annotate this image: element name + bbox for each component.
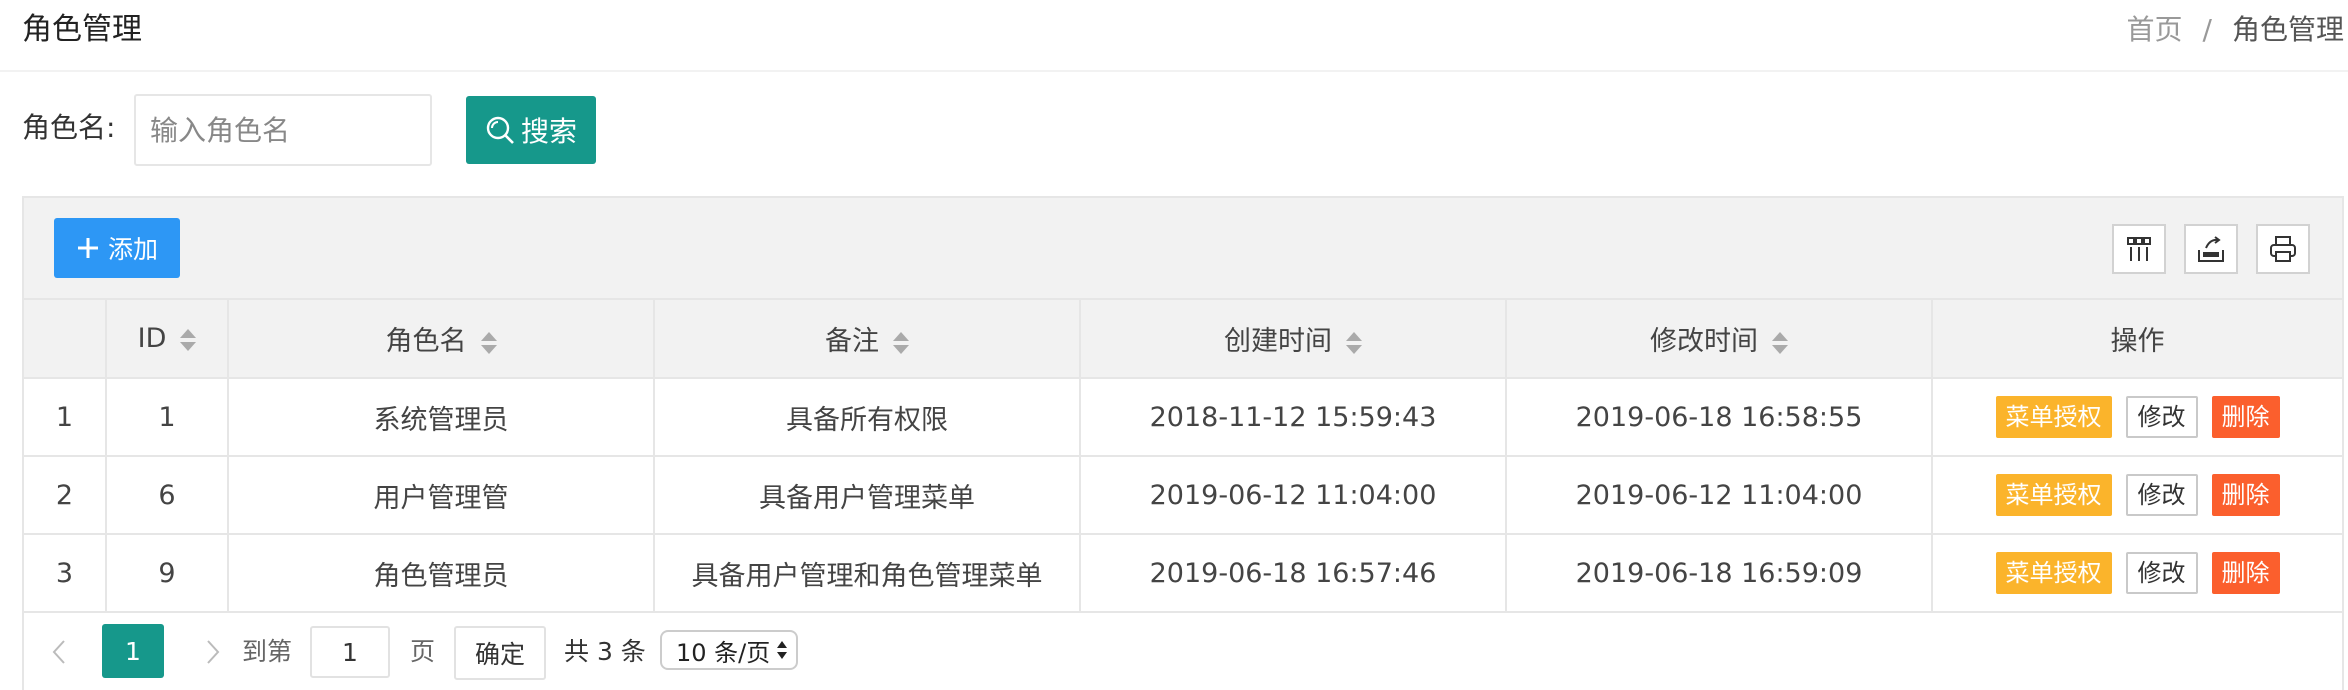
search-label: 角色名: xyxy=(22,111,116,144)
edit-button[interactable]: 修改 xyxy=(2125,396,2198,438)
column-header-id[interactable]: ID xyxy=(106,300,229,379)
grant-menu-button[interactable]: 菜单授权 xyxy=(1995,552,2112,594)
breadcrumb-current: 角色管理 xyxy=(2231,13,2344,46)
add-button-label: 添加 xyxy=(107,235,158,264)
cell-actions: 菜单授权 修改 删除 xyxy=(1932,534,2342,613)
cell-modified: 2019-06-18 16:58:55 xyxy=(1506,378,1933,457)
grant-menu-button[interactable]: 菜单授权 xyxy=(1995,474,2112,516)
page-title: 角色管理 xyxy=(22,12,142,47)
column-header-role-name[interactable]: 角色名 xyxy=(228,300,655,379)
cell-modified: 2019-06-12 11:04:00 xyxy=(1506,456,1933,535)
table-header-row: ID 角色名 备注 创建时间 修改时间 操作 xyxy=(24,300,2342,379)
cell-created: 2018-11-12 15:59:43 xyxy=(1080,378,1507,457)
breadcrumb-home[interactable]: 首页 xyxy=(2127,13,2183,46)
next-page-button[interactable] xyxy=(198,632,228,672)
add-button[interactable]: 添加 xyxy=(54,218,180,278)
cell-actions: 菜单授权 修改 删除 xyxy=(1932,378,2342,457)
delete-button[interactable]: 删除 xyxy=(2211,552,2280,594)
column-header-label: 备注 xyxy=(825,326,879,357)
select-arrows-icon xyxy=(777,641,788,659)
row-index: 3 xyxy=(24,534,107,613)
total-count: 共 3 条 xyxy=(564,637,646,666)
cell-created: 2019-06-18 16:57:46 xyxy=(1080,534,1507,613)
column-header-modified[interactable]: 修改时间 xyxy=(1506,300,1933,379)
data-table-container: 添加 ID 角色名 备注 创建时间 修改时间 操作 1 1 系统管理员 具备所有… xyxy=(22,196,2344,690)
goto-label: 到第 xyxy=(242,637,293,666)
sort-icon[interactable] xyxy=(1346,331,1362,354)
export-button[interactable] xyxy=(2184,224,2238,274)
column-header-label: ID xyxy=(137,323,167,354)
cell-actions: 菜单授权 修改 删除 xyxy=(1932,456,2342,535)
page-size-select[interactable]: 10 条/页 xyxy=(660,630,798,670)
delete-button[interactable]: 删除 xyxy=(2211,396,2280,438)
search-icon xyxy=(486,116,514,144)
table-row: 3 9 角色管理员 具备用户管理和角色管理菜单 2019-06-18 16:57… xyxy=(24,534,2342,613)
row-index: 2 xyxy=(24,456,107,535)
sort-icon[interactable] xyxy=(1772,331,1788,354)
cell-remark: 具备用户管理菜单 xyxy=(654,456,1081,535)
sort-icon[interactable] xyxy=(480,331,497,354)
search-button-label: 搜索 xyxy=(520,115,577,148)
cell-remark: 具备所有权限 xyxy=(654,378,1081,457)
chevron-left-icon xyxy=(52,640,65,664)
sort-icon[interactable] xyxy=(180,328,197,351)
search-button[interactable]: 搜索 xyxy=(466,96,596,164)
cell-id: 9 xyxy=(106,534,229,613)
export-icon xyxy=(2198,236,2224,262)
print-icon xyxy=(2270,236,2296,262)
edit-button[interactable]: 修改 xyxy=(2125,552,2198,594)
delete-button[interactable]: 删除 xyxy=(2211,474,2280,516)
columns-filter-button[interactable] xyxy=(2112,224,2166,274)
goto-confirm-button[interactable]: 确定 xyxy=(454,626,546,680)
page-size-value: 10 条/页 xyxy=(676,638,771,667)
page-unit-label: 页 xyxy=(410,637,436,666)
columns-icon xyxy=(2127,237,2151,261)
cell-created: 2019-06-12 11:04:00 xyxy=(1080,456,1507,535)
column-header-actions: 操作 xyxy=(1932,300,2342,379)
cell-role-name: 系统管理员 xyxy=(228,378,655,457)
chevron-right-icon xyxy=(207,640,220,664)
roles-table: ID 角色名 备注 创建时间 修改时间 操作 1 1 系统管理员 具备所有权限 … xyxy=(24,300,2342,613)
role-name-search-input[interactable] xyxy=(134,94,432,166)
page-button-current[interactable]: 1 xyxy=(102,624,164,678)
breadcrumb-separator: / xyxy=(2202,13,2212,46)
plus-icon xyxy=(77,238,98,258)
column-header-created[interactable]: 创建时间 xyxy=(1080,300,1507,379)
column-header-index xyxy=(24,300,107,379)
print-button[interactable] xyxy=(2256,224,2310,274)
page-header: 角色管理 首页 / 角色管理 xyxy=(0,0,2348,72)
edit-button[interactable]: 修改 xyxy=(2125,474,2198,516)
column-header-remark[interactable]: 备注 xyxy=(654,300,1081,379)
cell-id: 1 xyxy=(106,378,229,457)
cell-role-name: 用户管理管 xyxy=(228,456,655,535)
table-toolbar: 添加 xyxy=(24,198,2342,300)
table-row: 1 1 系统管理员 具备所有权限 2018-11-12 15:59:43 201… xyxy=(24,378,2342,457)
sort-icon[interactable] xyxy=(893,331,909,354)
pagination: 1 到第 页 确定 共 3 条 10 条/页 xyxy=(24,612,2342,690)
column-header-label: 角色名 xyxy=(385,326,467,357)
cell-id: 6 xyxy=(106,456,229,535)
prev-page-button[interactable] xyxy=(44,632,74,672)
table-row: 2 6 用户管理管 具备用户管理菜单 2019-06-12 11:04:00 2… xyxy=(24,456,2342,535)
cell-role-name: 角色管理员 xyxy=(228,534,655,613)
breadcrumb: 首页 / 角色管理 xyxy=(2127,10,2344,50)
grant-menu-button[interactable]: 菜单授权 xyxy=(1995,396,2112,438)
column-header-label: 修改时间 xyxy=(1650,326,1758,357)
column-header-label: 创建时间 xyxy=(1224,326,1332,357)
cell-modified: 2019-06-18 16:59:09 xyxy=(1506,534,1933,613)
goto-page-input[interactable] xyxy=(310,626,390,678)
cell-remark: 具备用户管理和角色管理菜单 xyxy=(654,534,1081,613)
row-index: 1 xyxy=(24,378,107,457)
